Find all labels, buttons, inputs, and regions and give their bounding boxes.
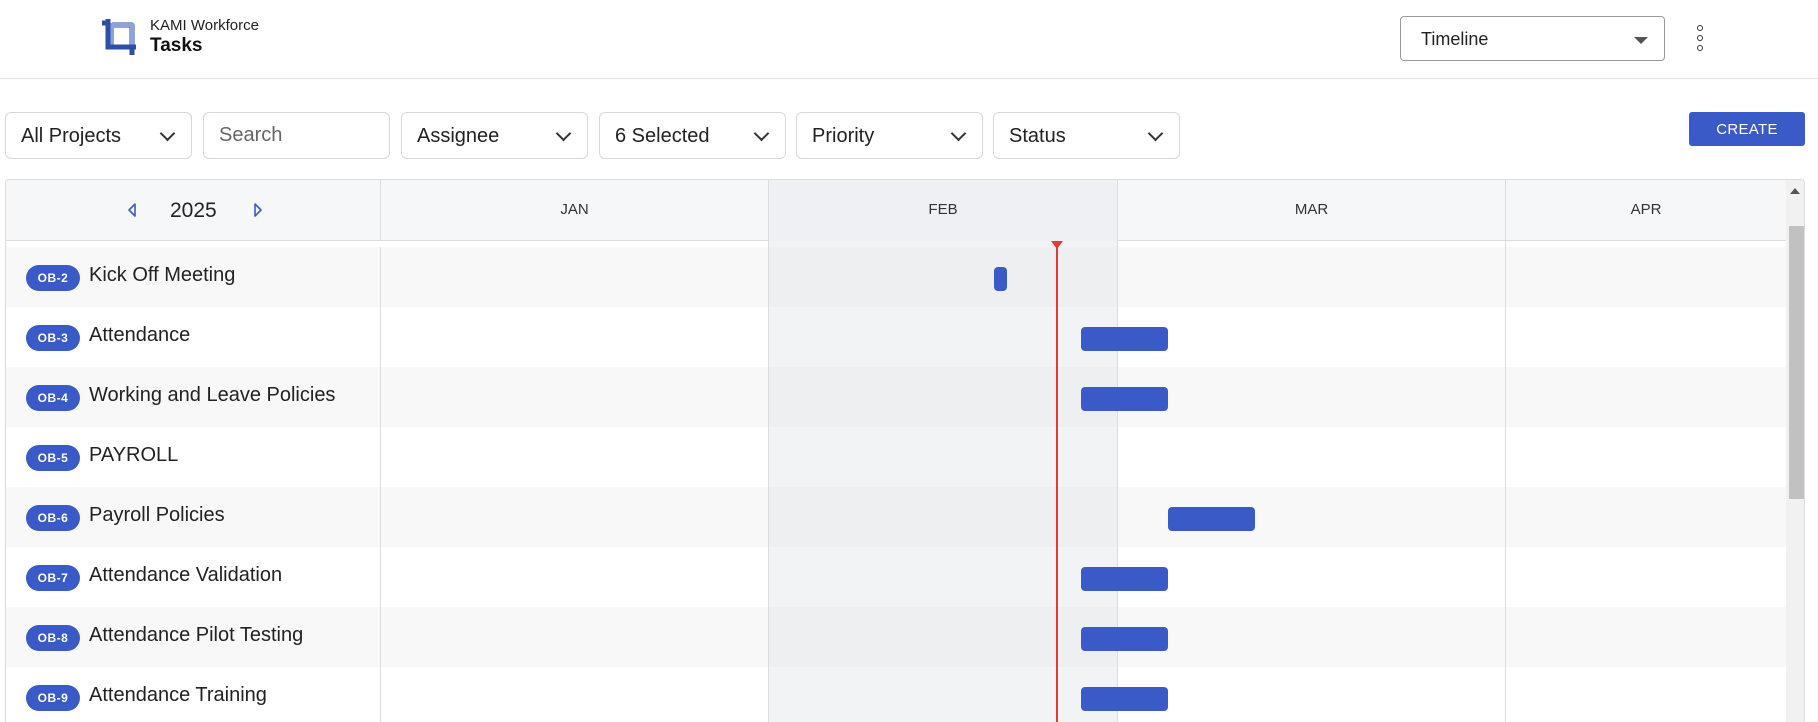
month-header-apr: APR (1506, 180, 1786, 241)
month-header-jan: JAN (381, 180, 769, 241)
task-key-badge: OB-3 (26, 325, 80, 351)
task-bar[interactable] (1081, 687, 1168, 711)
assignee-filter-value: Assignee (417, 125, 500, 147)
task-name[interactable]: PAYROLL (89, 444, 178, 467)
task-name[interactable]: Attendance Validation (89, 564, 282, 587)
month-header-feb: FEB (769, 180, 1118, 241)
task-key-badge: OB-6 (26, 505, 80, 531)
scrollbar-thumb[interactable] (1789, 226, 1804, 499)
task-bar[interactable] (1081, 627, 1168, 651)
task-name[interactable]: Attendance (89, 324, 190, 347)
month-label: APR (1630, 201, 1662, 218)
view-select-value: Timeline (1421, 29, 1489, 49)
task-cell: OB-7 Attendance Validation (6, 547, 381, 607)
project-filter[interactable]: All Projects (5, 112, 192, 159)
caret-down-icon (1634, 37, 1648, 44)
task-cell: OB-8 Attendance Pilot Testing (6, 607, 381, 667)
task-key-badge: OB-8 (26, 625, 80, 651)
task-cell: OB-3 Attendance (6, 307, 381, 367)
task-cell: OB-9 Attendance Training (6, 667, 381, 722)
task-key-badge: OB-4 (26, 385, 80, 411)
selection-filter[interactable]: 6 Selected (599, 112, 786, 159)
month-label: FEB (928, 201, 958, 218)
scroll-up-arrow-icon[interactable] (1790, 188, 1800, 194)
task-key-badge: OB-9 (26, 685, 80, 711)
today-line (1056, 243, 1058, 722)
task-cell: OB-6 Payroll Policies (6, 487, 381, 547)
task-bar[interactable] (1081, 567, 1168, 591)
month-column (1118, 241, 1506, 722)
month-label: MAR (1294, 201, 1329, 218)
task-bar[interactable] (1081, 387, 1168, 411)
task-name[interactable]: Attendance Training (89, 684, 267, 707)
chevron-down-icon (1147, 125, 1164, 142)
task-key-badge: OB-7 (26, 565, 80, 591)
month-column-current (769, 241, 1118, 722)
app-subtitle: KAMI Workforce (150, 17, 259, 34)
more-vertical-icon-dot (1697, 35, 1703, 41)
chevron-down-icon (753, 125, 770, 142)
more-options-button[interactable] (1688, 22, 1712, 54)
task-name[interactable]: Payroll Policies (89, 504, 225, 527)
more-vertical-icon-dot (1697, 45, 1703, 51)
vertical-scrollbar[interactable] (1786, 180, 1804, 722)
page-title: Tasks (150, 35, 203, 56)
chevron-down-icon (159, 125, 176, 142)
task-bar[interactable] (994, 267, 1007, 291)
chevron-down-icon (555, 125, 572, 142)
timeline-view: 2025 JAN FEB MAR APR OB-2 Kick Off Meeti… (5, 179, 1805, 722)
task-key-badge: OB-5 (26, 445, 80, 471)
task-name[interactable]: Kick Off Meeting (89, 264, 235, 287)
caret-right-icon[interactable] (252, 202, 264, 218)
task-bar[interactable] (1081, 327, 1168, 351)
priority-filter[interactable]: Priority (796, 112, 983, 159)
task-name[interactable]: Working and Leave Policies (89, 384, 335, 407)
year-label: 2025 (170, 199, 217, 222)
search-input[interactable] (203, 112, 390, 159)
selection-filter-value: 6 Selected (615, 125, 710, 147)
assignee-filter[interactable]: Assignee (401, 112, 588, 159)
task-name[interactable]: Attendance Pilot Testing (89, 624, 303, 647)
task-cell: OB-5 PAYROLL (6, 427, 381, 487)
app-header: KAMI Workforce Tasks Timeline (0, 0, 1818, 79)
status-filter[interactable]: Status (993, 112, 1180, 159)
crop-logo-icon (102, 19, 136, 55)
more-vertical-icon (1697, 25, 1703, 31)
month-header-mar: MAR (1118, 180, 1506, 241)
task-key-badge: OB-2 (26, 265, 80, 291)
timeline-header: 2025 JAN FEB MAR APR (6, 180, 1786, 241)
chevron-down-icon (950, 125, 967, 142)
caret-left-icon[interactable] (126, 202, 138, 218)
month-label: JAN (560, 201, 589, 218)
task-cell: OB-2 Kick Off Meeting (6, 247, 381, 307)
priority-filter-value: Priority (812, 125, 875, 147)
task-cell: OB-4 Working and Leave Policies (6, 367, 381, 427)
year-navigator: 2025 (6, 180, 381, 241)
task-bar[interactable] (1168, 507, 1255, 531)
month-column (381, 241, 769, 722)
status-filter-value: Status (1009, 125, 1066, 147)
view-select[interactable]: Timeline (1400, 16, 1665, 61)
create-button[interactable]: CREATE (1689, 112, 1805, 146)
project-filter-value: All Projects (21, 125, 122, 147)
